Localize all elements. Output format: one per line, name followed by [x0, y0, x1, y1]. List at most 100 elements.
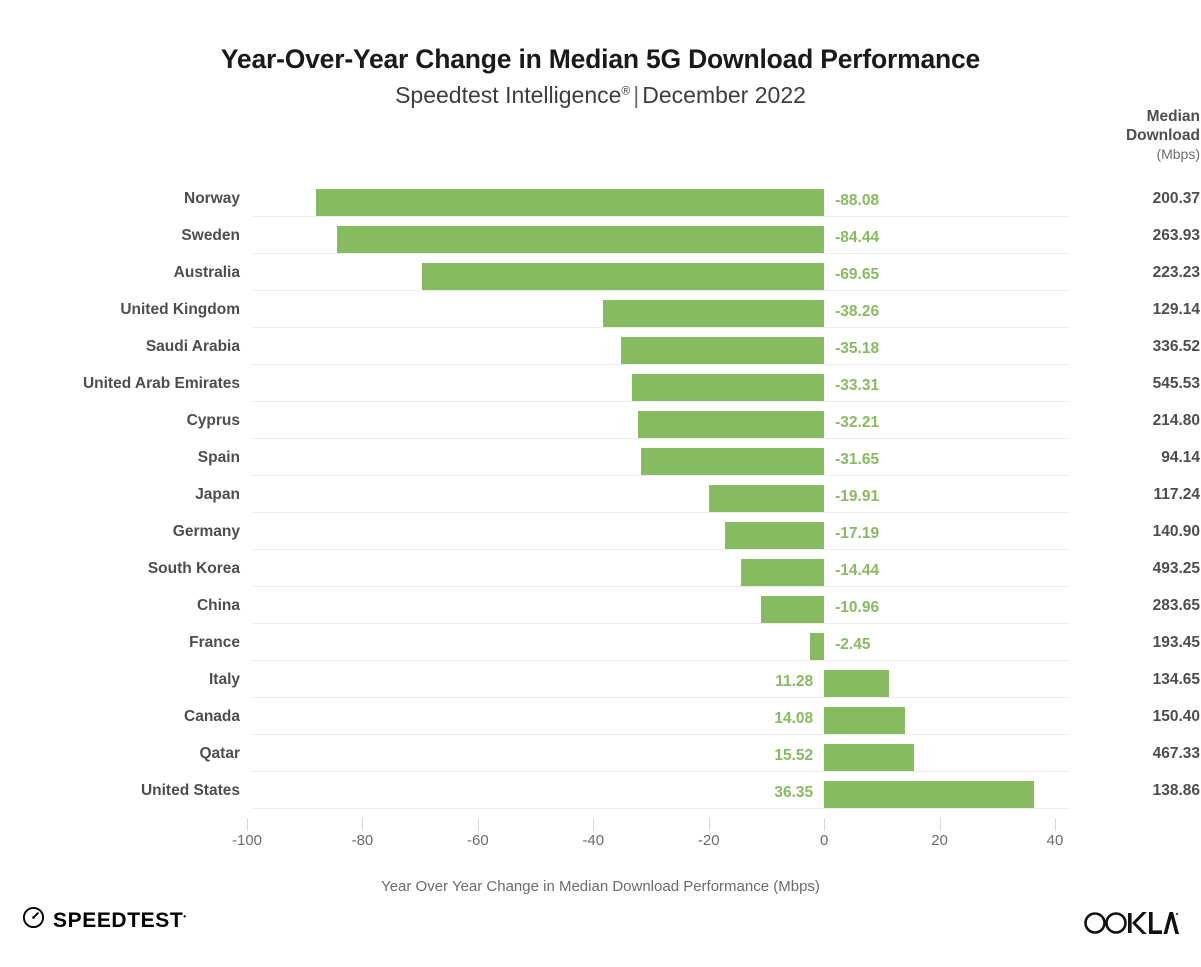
bar-value-label: 11.28	[775, 673, 814, 690]
bar	[824, 670, 890, 697]
chart-row: China -10.96 283.65	[0, 587, 1201, 624]
bar	[315, 189, 825, 216]
bar	[824, 744, 914, 771]
category-label: China	[196, 597, 240, 614]
chart-row: Qatar 15.52 467.33	[0, 735, 1201, 772]
chart-row: Italy 11.28 134.65	[0, 661, 1201, 698]
x-axis-tick	[362, 818, 364, 831]
median-download-value: 223.23	[1152, 264, 1200, 281]
speedtest-trademark-icon: •	[183, 911, 187, 921]
chart-row: United Arab Emirates -33.31 545.53	[0, 365, 1201, 402]
median-download-value: 214.80	[1152, 412, 1200, 429]
bar-value-label: -32.21	[835, 414, 880, 431]
chart-row: Canada 14.08 150.40	[0, 698, 1201, 735]
category-label: Norway	[184, 190, 240, 207]
bar	[603, 300, 825, 327]
x-axis-tick-label: -40	[582, 832, 605, 849]
median-download-value: 336.52	[1152, 338, 1200, 355]
category-label: Sweden	[181, 227, 240, 244]
bar	[621, 337, 825, 364]
category-label: United Arab Emirates	[82, 375, 240, 392]
category-label: Canada	[184, 708, 240, 725]
bar-value-label: -33.31	[835, 377, 880, 394]
bar	[631, 374, 825, 401]
chart-row: France -2.45 193.45	[0, 624, 1201, 661]
speedometer-icon	[22, 906, 45, 934]
median-download-value: 129.14	[1152, 301, 1200, 318]
bar-value-label: -84.44	[835, 229, 880, 246]
category-label: France	[189, 634, 240, 651]
bar-value-label: -2.45	[835, 636, 871, 653]
chart-row: Cyprus -32.21 214.80	[0, 402, 1201, 439]
chart-row: Spain -31.65 94.14	[0, 439, 1201, 476]
x-axis-tick	[824, 818, 826, 831]
x-axis-title: Year Over Year Change in Median Download…	[381, 878, 820, 895]
category-label: United Kingdom	[120, 301, 240, 318]
chart-row: United States 36.35 138.86	[0, 772, 1201, 809]
bar-value-label: 36.35	[774, 784, 814, 801]
category-label: Cyprus	[186, 412, 240, 429]
x-axis-tick-label: -100	[231, 832, 263, 849]
x-axis-tick-label: 20	[931, 832, 948, 849]
median-download-value: 467.33	[1152, 745, 1200, 762]
category-label: Spain	[197, 449, 240, 466]
median-download-value: 493.25	[1152, 560, 1200, 577]
x-axis-tick	[1055, 818, 1056, 831]
median-download-value: 138.86	[1152, 782, 1200, 799]
bar-value-label: -88.08	[835, 192, 880, 209]
median-download-value: 140.90	[1152, 523, 1200, 540]
chart-row: Germany -17.19 140.90	[0, 513, 1201, 550]
x-axis-tick-label: -60	[467, 832, 489, 849]
bar	[638, 411, 825, 438]
bar-value-label: 14.08	[774, 710, 814, 727]
median-download-value: 117.24	[1153, 486, 1200, 503]
median-download-value: 263.93	[1152, 227, 1200, 244]
bar-value-label: 15.52	[774, 747, 814, 764]
speedtest-wordmark-text: SPEEDTEST	[53, 908, 184, 932]
ookla-wordmark-icon	[1084, 912, 1179, 934]
median-download-value: 545.53	[1152, 375, 1200, 392]
bar-value-label: -17.19	[835, 525, 880, 542]
category-label: Saudi Arabia	[145, 338, 240, 355]
x-axis-tick	[247, 818, 248, 831]
chart-row: Saudi Arabia -35.18 336.52	[0, 328, 1201, 365]
chart-row: Norway -88.08 200.37	[0, 180, 1201, 217]
x-axis-tick-label: 40	[1046, 832, 1064, 849]
bar	[336, 226, 825, 253]
bar-value-label: -35.18	[835, 340, 880, 357]
chart-row: Australia -69.65 223.23	[0, 254, 1201, 291]
chart-row: Japan -19.91 117.24	[0, 476, 1201, 513]
bar	[824, 707, 906, 734]
bar-value-label: -14.44	[835, 562, 880, 579]
speedtest-wordmark: SPEEDTEST•	[53, 910, 186, 931]
median-download-value: 200.37	[1152, 190, 1200, 207]
bar	[810, 633, 825, 660]
chart-row: South Korea -14.44 493.25	[0, 550, 1201, 587]
bar	[422, 263, 825, 290]
median-download-value: 150.40	[1152, 708, 1200, 725]
bar-chart-plot-area: Norway -88.08 200.37 Sweden -84.44 263.93 Aust…	[0, 0, 1201, 967]
category-label: South Korea	[147, 560, 240, 577]
category-label: Australia	[173, 264, 240, 281]
median-download-value: 283.65	[1152, 597, 1200, 614]
x-axis-tick	[477, 818, 479, 831]
speedtest-logo: SPEEDTEST•	[22, 906, 186, 934]
category-label: Italy	[208, 671, 240, 688]
x-axis-tick	[939, 818, 941, 831]
bar	[740, 559, 825, 586]
row-gridline	[252, 808, 1069, 809]
bar-value-label: -19.91	[835, 488, 880, 505]
x-axis-tick-label: 0	[819, 832, 829, 849]
category-label: Japan	[195, 486, 240, 503]
category-label: Qatar	[199, 745, 241, 762]
x-axis-tick	[593, 818, 595, 831]
bar-value-label: -10.96	[835, 599, 880, 616]
median-download-value: 94.14	[1161, 449, 1200, 466]
x-axis-tick	[708, 818, 710, 831]
chart-row: United Kingdom -38.26 129.14	[0, 291, 1201, 328]
median-download-value: 193.45	[1152, 634, 1200, 651]
bar	[641, 448, 825, 475]
bar	[724, 522, 825, 549]
bar-value-label: -31.65	[835, 451, 880, 468]
bar	[824, 781, 1034, 808]
